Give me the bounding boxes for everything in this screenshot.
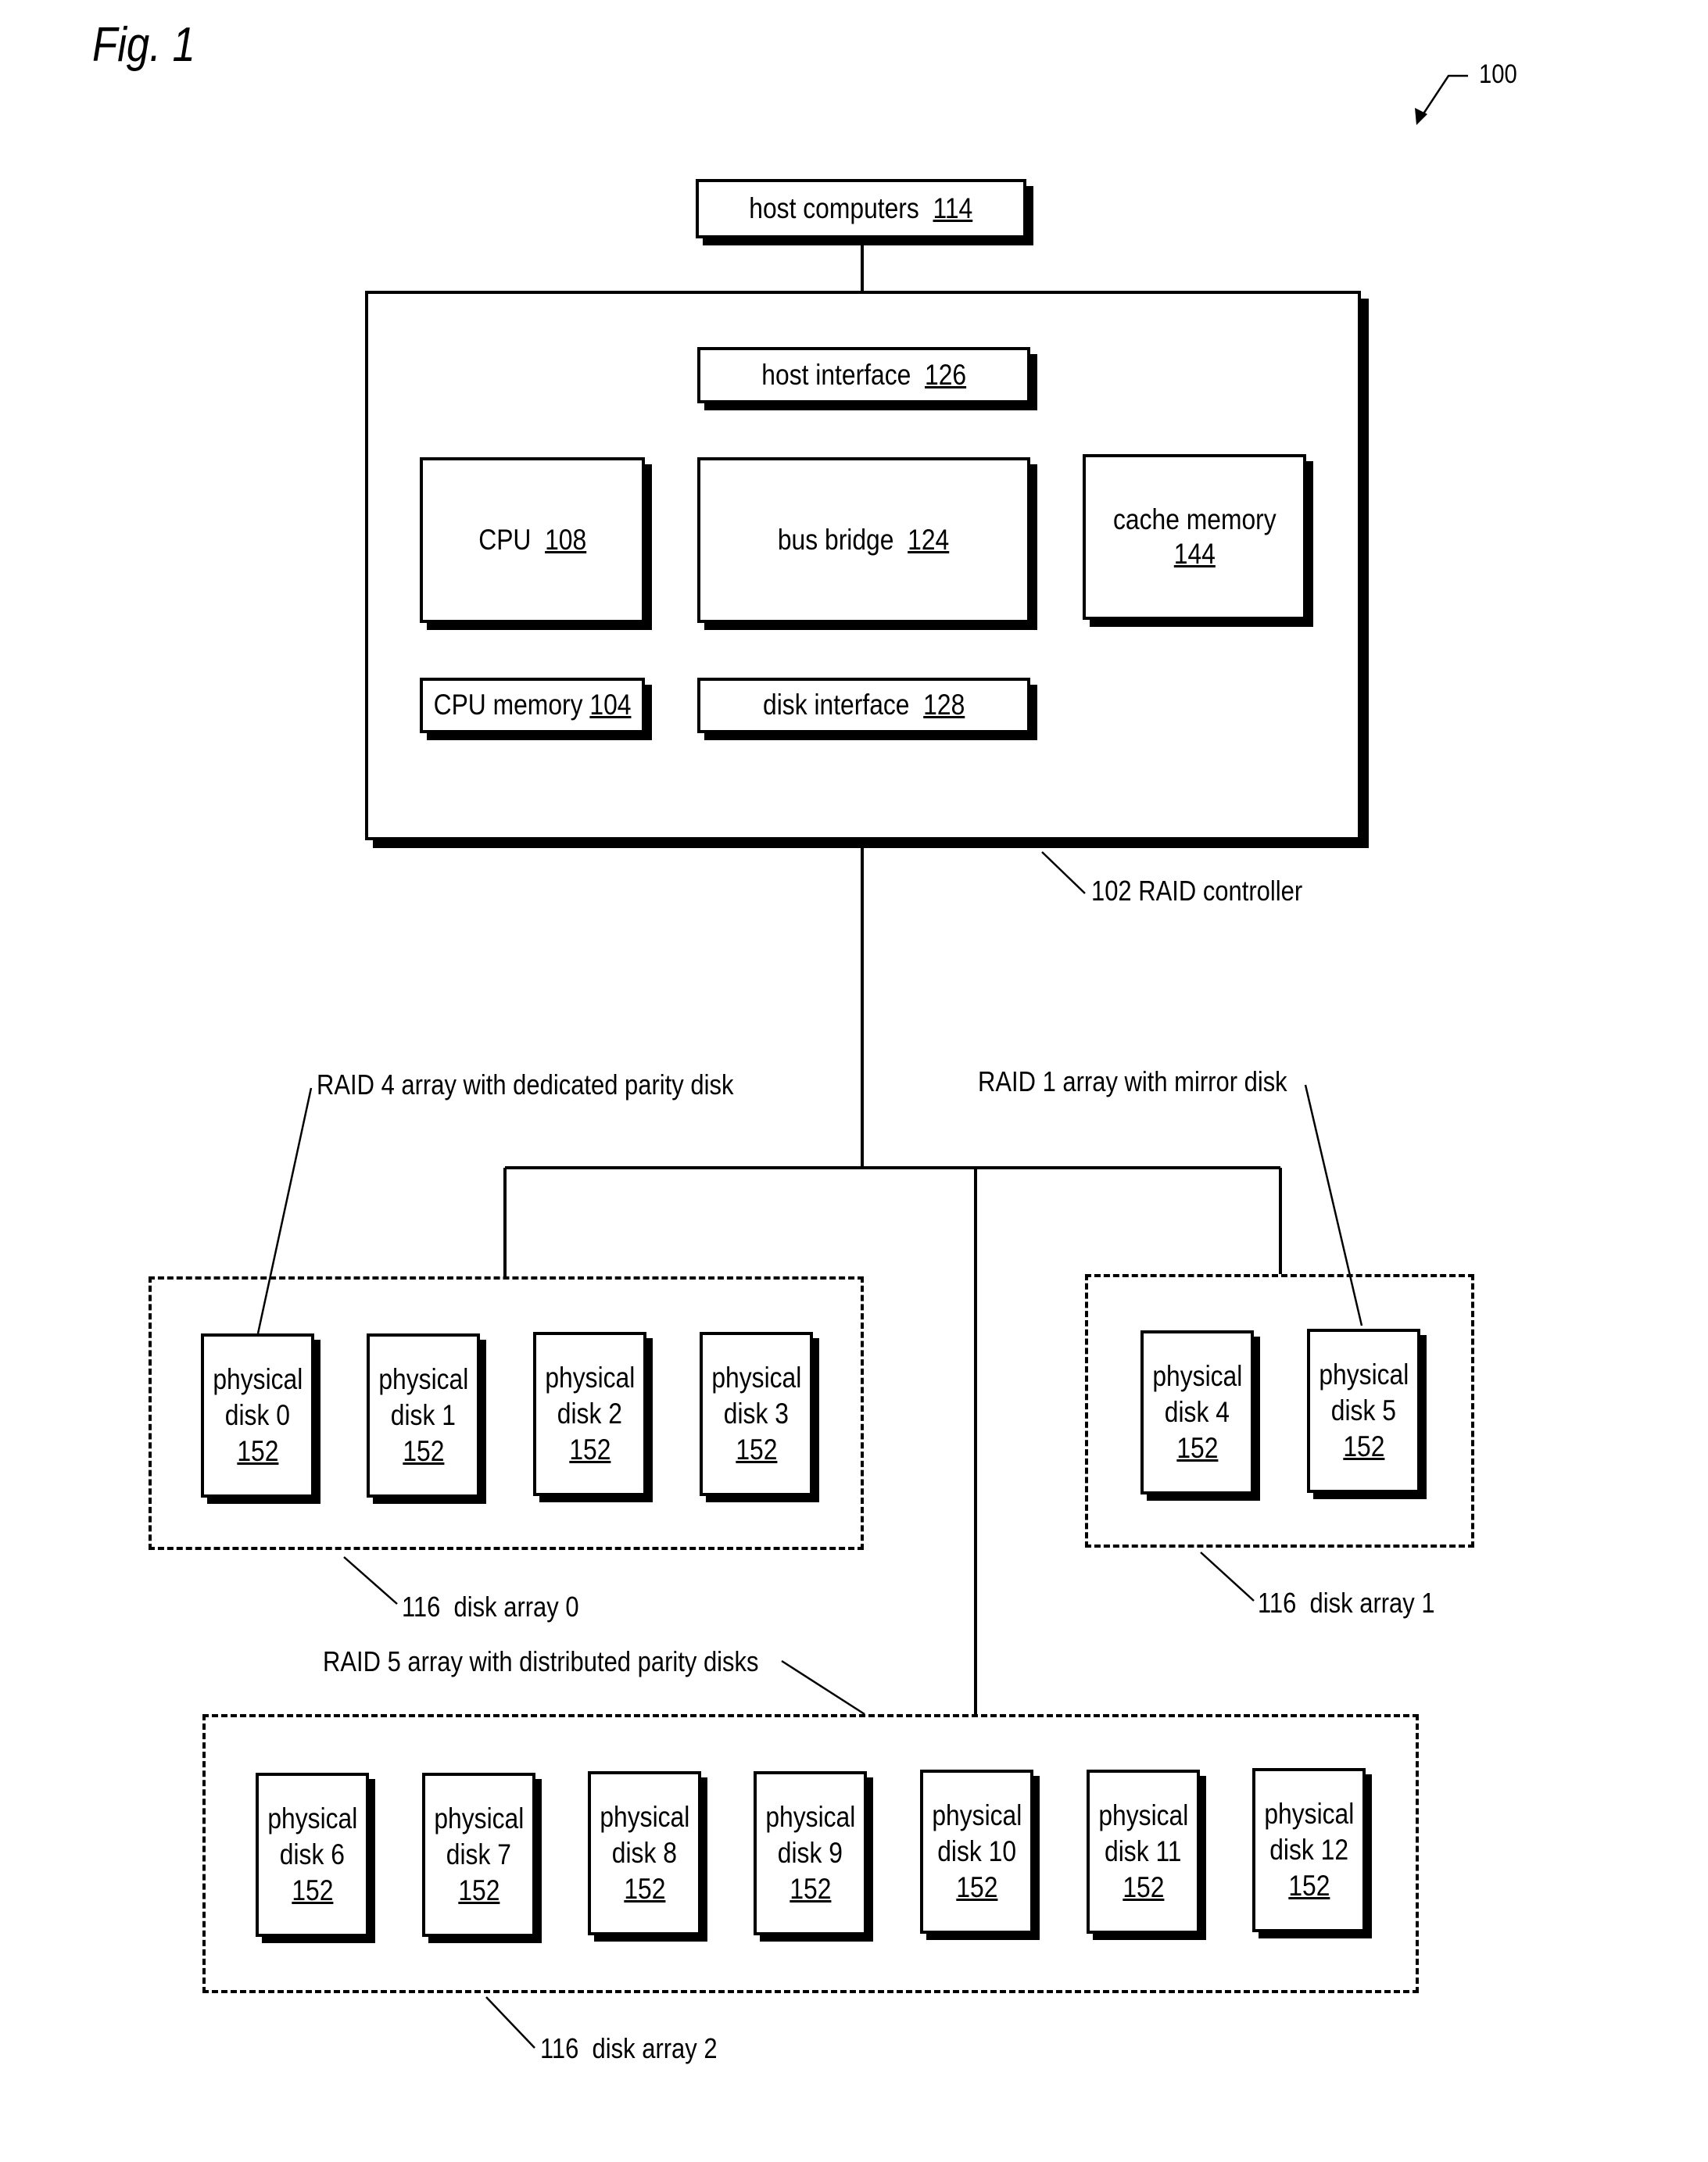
disk-interface-label: disk interface	[762, 689, 910, 721]
host-interface-label: host interface	[761, 358, 911, 391]
disk-word: physical	[932, 1799, 1022, 1831]
disk-word: physical	[213, 1362, 303, 1395]
disk-word: physical	[434, 1802, 524, 1834]
disk-ref: 152	[1342, 1430, 1385, 1463]
disk-name: disk 10	[937, 1834, 1016, 1867]
disk-name: disk 6	[279, 1838, 346, 1870]
physical-disk-4: physical disk 4 152	[1140, 1330, 1254, 1494]
disk-ref: 152	[1287, 1870, 1330, 1902]
physical-disk-5: physical disk 5 152	[1307, 1329, 1420, 1493]
cpu-ref: 108	[544, 523, 586, 556]
disk-word: physical	[267, 1802, 357, 1834]
disk-word: physical	[378, 1362, 468, 1395]
disk-ref: 152	[236, 1435, 279, 1468]
array1-leader	[1200, 1552, 1255, 1602]
physical-disk-7: physical disk 7 152	[422, 1773, 535, 1937]
disk-name: disk 0	[224, 1398, 291, 1431]
disk-ref: 152	[402, 1435, 445, 1468]
disk-name: disk 3	[723, 1397, 790, 1430]
raid1-label: RAID 1 array with mirror disk	[978, 1065, 1287, 1097]
disk-name: disk 1	[390, 1398, 457, 1431]
disk-name: disk 5	[1330, 1394, 1397, 1426]
raid-controller-label: 102 RAID controller	[1091, 875, 1303, 907]
disk-ref: 152	[735, 1434, 778, 1466]
raid-controller-leader	[1041, 851, 1086, 894]
bus-bridge-label: bus bridge	[778, 523, 894, 556]
cpu-memory-box: CPU memory 104	[420, 678, 645, 733]
disk-name: disk 7	[446, 1838, 512, 1870]
array2-leader	[485, 1996, 535, 2049]
disk-word: physical	[1098, 1799, 1188, 1831]
disk-word: physical	[600, 1800, 689, 1833]
disk-ref: 152	[568, 1434, 611, 1466]
disk-interface-box: disk interface 128	[697, 678, 1030, 733]
array0-leader	[343, 1556, 398, 1605]
ref-100-arrow	[1420, 74, 1468, 118]
disk-word: physical	[545, 1361, 635, 1394]
host-computers-ref: 114	[933, 192, 973, 224]
disk-array-1-label: 116 disk array 1	[1258, 1587, 1435, 1619]
cpu-box: CPU 108	[420, 457, 645, 623]
disk-ref: 152	[1176, 1432, 1219, 1465]
disk-word: physical	[711, 1361, 801, 1394]
physical-disk-3: physical disk 3 152	[700, 1332, 813, 1496]
disk-name: disk 8	[611, 1836, 678, 1869]
disk-array-0-label: 116 disk array 0	[402, 1591, 579, 1623]
reference-number-100: 100	[1479, 59, 1517, 89]
disk-ref: 152	[457, 1874, 500, 1907]
physical-disk-10: physical disk 10 152	[920, 1770, 1033, 1934]
figure-title: Fig. 1	[92, 18, 195, 72]
physical-disk-8: physical disk 8 152	[588, 1771, 701, 1935]
physical-disk-6: physical disk 6 152	[256, 1773, 369, 1937]
disk-word: physical	[1152, 1359, 1242, 1392]
host-interface-box: host interface 126	[697, 347, 1030, 403]
disk-ref: 152	[1122, 1871, 1165, 1904]
disk-name: disk 12	[1269, 1833, 1348, 1866]
cache-memory-ref: 144	[1173, 538, 1216, 570]
physical-disk-12: physical disk 12 152	[1252, 1768, 1366, 1932]
host-computers-box: host computers 114	[696, 179, 1026, 238]
disk-name: disk 9	[777, 1836, 843, 1869]
disk-array-2-label: 116 disk array 2	[540, 2032, 718, 2064]
disk-name: disk 4	[1164, 1395, 1230, 1428]
disk-ref: 152	[623, 1873, 666, 1906]
disk-name: disk 2	[557, 1397, 623, 1430]
physical-disk-2: physical disk 2 152	[533, 1332, 646, 1496]
raid4-label: RAID 4 array with dedicated parity disk	[317, 1068, 734, 1101]
disk-ref: 152	[955, 1871, 998, 1904]
physical-disk-11: physical disk 11 152	[1087, 1770, 1200, 1934]
raid5-label: RAID 5 array with distributed parity dis…	[323, 1645, 759, 1677]
disk-word: physical	[765, 1800, 855, 1833]
cpu-memory-label: CPU memory	[433, 689, 583, 721]
bus-bridge-box: bus bridge 124	[697, 457, 1030, 623]
disk-word: physical	[1264, 1797, 1354, 1830]
disk-ref: 152	[291, 1874, 334, 1907]
raid5-leader	[781, 1659, 865, 1716]
bus-bridge-ref: 124	[908, 523, 950, 556]
cache-memory-box: cache memory 144	[1083, 454, 1306, 620]
cpu-label: CPU	[478, 523, 532, 556]
host-computers-label: host computers	[749, 192, 920, 224]
disk-name: disk 11	[1105, 1834, 1182, 1867]
cache-memory-label: cache memory	[1112, 503, 1277, 535]
physical-disk-0: physical disk 0 152	[201, 1333, 314, 1498]
cpu-memory-ref: 104	[589, 689, 632, 721]
disk-ref: 152	[789, 1873, 832, 1906]
physical-disk-1: physical disk 1 152	[367, 1333, 480, 1498]
physical-disk-9: physical disk 9 152	[754, 1771, 867, 1935]
disk-interface-ref: 128	[923, 689, 965, 721]
host-interface-ref: 126	[924, 358, 966, 391]
disk-word: physical	[1319, 1358, 1409, 1391]
